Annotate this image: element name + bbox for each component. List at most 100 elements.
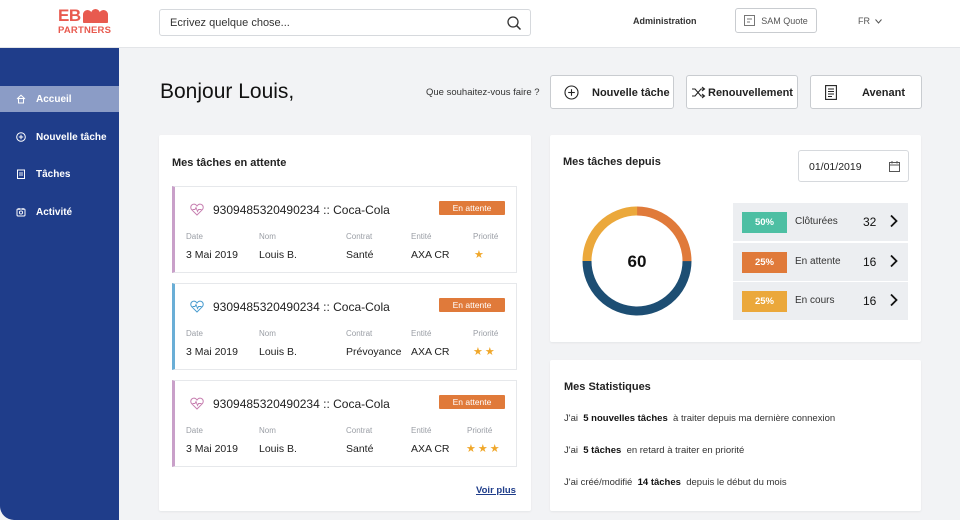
field-label-contrat: Contrat bbox=[346, 426, 373, 435]
field-label-entite: Entité bbox=[411, 329, 432, 338]
stat-highlight: 5 tâches bbox=[583, 445, 622, 456]
stat-suffix: à traiter depuis ma dernière connexion bbox=[673, 413, 836, 424]
stat-line: J'ai 5 nouvelles tâches à traiter depuis… bbox=[564, 413, 835, 424]
eb-partners-logo[interactable]: EB PARTNERS bbox=[58, 6, 118, 38]
sidebar-item-label: Tâches bbox=[36, 168, 71, 180]
task-date: 3 Mai 2019 bbox=[186, 443, 238, 455]
date-value: 01/01/2019 bbox=[809, 161, 862, 173]
task-id: 9309485320490234 :: Coca-Cola bbox=[213, 300, 390, 314]
donut-chart: 60 bbox=[582, 206, 692, 316]
status-badge: En attente bbox=[439, 395, 505, 409]
task-entite: AXA CR bbox=[411, 249, 450, 261]
status-percent: 50% bbox=[742, 212, 787, 233]
sidebar-item-taches[interactable]: Tâches bbox=[0, 161, 119, 187]
task-date: 3 Mai 2019 bbox=[186, 249, 238, 261]
clipboard-icon bbox=[17, 169, 25, 179]
field-label-date: Date bbox=[186, 232, 203, 241]
field-label-nom: Nom bbox=[259, 426, 276, 435]
new-task-button[interactable]: Nouvelle tâche bbox=[550, 75, 674, 109]
calendar-icon[interactable] bbox=[889, 161, 900, 172]
new-task-label: Nouvelle tâche bbox=[592, 87, 670, 99]
task-card[interactable]: 9309485320490234 :: Coca-Cola En attente… bbox=[172, 380, 517, 467]
activity-icon bbox=[16, 208, 26, 217]
date-picker-field[interactable]: 01/01/2019 bbox=[798, 150, 909, 182]
field-label-contrat: Contrat bbox=[346, 329, 373, 338]
amendment-label: Avenant bbox=[862, 87, 905, 99]
stat-prefix: J'ai bbox=[564, 413, 578, 424]
task-entite: AXA CR bbox=[411, 443, 450, 455]
field-label-priorite: Priorité bbox=[473, 232, 499, 241]
sidebar-item-label: Activité bbox=[36, 206, 73, 218]
field-label-nom: Nom bbox=[259, 232, 276, 241]
home-icon bbox=[16, 94, 26, 104]
field-label-nom: Nom bbox=[259, 329, 276, 338]
field-label-entite: Entité bbox=[411, 232, 432, 241]
stat-line: J'ai créé/modifié 14 tâches depuis le dé… bbox=[564, 477, 787, 488]
search-input[interactable] bbox=[160, 10, 490, 35]
plus-circle-icon bbox=[564, 85, 579, 100]
priority-stars: ★★ bbox=[473, 346, 497, 358]
language-selector[interactable]: FR bbox=[858, 16, 882, 26]
task-contrat: Prévoyance bbox=[346, 346, 402, 358]
renewal-button[interactable]: Renouvellement bbox=[686, 75, 798, 109]
status-label: En cours bbox=[795, 295, 835, 306]
priority-stars: ★ bbox=[474, 249, 486, 261]
status-count: 16 bbox=[863, 294, 877, 308]
amendment-button[interactable]: Avenant bbox=[810, 75, 922, 109]
priority-stars: ★★★ bbox=[466, 443, 502, 455]
statistics-card: Mes Statistiques bbox=[550, 360, 921, 511]
task-entite: AXA CR bbox=[411, 346, 450, 358]
status-row-pending[interactable]: 25% En attente 16 bbox=[733, 243, 908, 281]
see-more-link[interactable]: Voir plus bbox=[476, 485, 516, 496]
task-contrat: Santé bbox=[346, 249, 374, 261]
status-count: 16 bbox=[863, 255, 877, 269]
search-icon[interactable] bbox=[506, 15, 522, 31]
search-bar[interactable] bbox=[159, 9, 531, 36]
sidebar-item-accueil[interactable]: Accueil bbox=[0, 86, 119, 112]
stat-prefix: J'ai créé/modifié bbox=[564, 477, 633, 488]
task-contrat: Santé bbox=[346, 443, 374, 455]
administration-link[interactable]: Administration bbox=[633, 16, 697, 26]
sidebar-item-nouvelle-tache[interactable]: Nouvelle tâche bbox=[0, 124, 119, 150]
heartbeat-icon bbox=[190, 203, 204, 216]
status-row-ongoing[interactable]: 25% En cours 16 bbox=[733, 282, 908, 320]
sidebar: Accueil Nouvelle tâche Tâches Activité bbox=[0, 48, 119, 520]
task-nom: Louis B. bbox=[259, 249, 297, 261]
field-label-contrat: Contrat bbox=[346, 232, 373, 241]
pending-tasks-title: Mes tâches en attente bbox=[172, 157, 287, 169]
task-card[interactable]: 9309485320490234 :: Coca-Cola En attente… bbox=[172, 186, 517, 273]
task-nom: Louis B. bbox=[259, 346, 297, 358]
heartbeat-icon bbox=[190, 300, 204, 313]
task-card[interactable]: 9309485320490234 :: Coca-Cola En attente… bbox=[172, 283, 517, 370]
document-icon bbox=[825, 85, 837, 100]
task-id: 9309485320490234 :: Coca-Cola bbox=[213, 203, 390, 217]
sam-quote-button[interactable]: SAM Quote bbox=[735, 8, 817, 33]
pending-tasks-card: Mes tâches en attente 9309485320490234 :… bbox=[159, 135, 531, 511]
status-badge: En attente bbox=[439, 201, 505, 215]
stat-highlight: 14 tâches bbox=[637, 477, 681, 488]
status-row-closed[interactable]: 50% Clôturées 32 bbox=[733, 203, 908, 241]
top-header: EB PARTNERS Administration SAM Quote FR bbox=[0, 0, 960, 48]
chevron-right-icon[interactable] bbox=[889, 293, 899, 307]
sidebar-item-label: Accueil bbox=[36, 93, 72, 105]
status-percent: 25% bbox=[742, 252, 787, 273]
renewal-label: Renouvellement bbox=[708, 87, 793, 99]
quote-icon bbox=[744, 15, 756, 26]
status-percent: 25% bbox=[742, 291, 787, 312]
plus-circle-icon bbox=[16, 132, 26, 142]
chevron-right-icon[interactable] bbox=[889, 254, 899, 268]
task-date: 3 Mai 2019 bbox=[186, 346, 238, 358]
logo-text-top: EB bbox=[58, 6, 81, 25]
field-label-priorite: Priorité bbox=[467, 426, 493, 435]
chevron-down-icon bbox=[874, 19, 882, 24]
donut-total: 60 bbox=[628, 252, 647, 271]
field-label-priorite: Priorité bbox=[473, 329, 499, 338]
heartbeat-icon bbox=[190, 397, 204, 410]
language-label: FR bbox=[858, 16, 870, 26]
sidebar-item-activite[interactable]: Activité bbox=[0, 199, 119, 225]
page-title: Bonjour Louis, bbox=[160, 80, 295, 103]
chevron-right-icon[interactable] bbox=[889, 214, 899, 228]
task-nom: Louis B. bbox=[259, 443, 297, 455]
sam-quote-label: SAM Quote bbox=[761, 15, 808, 26]
field-label-date: Date bbox=[186, 426, 203, 435]
